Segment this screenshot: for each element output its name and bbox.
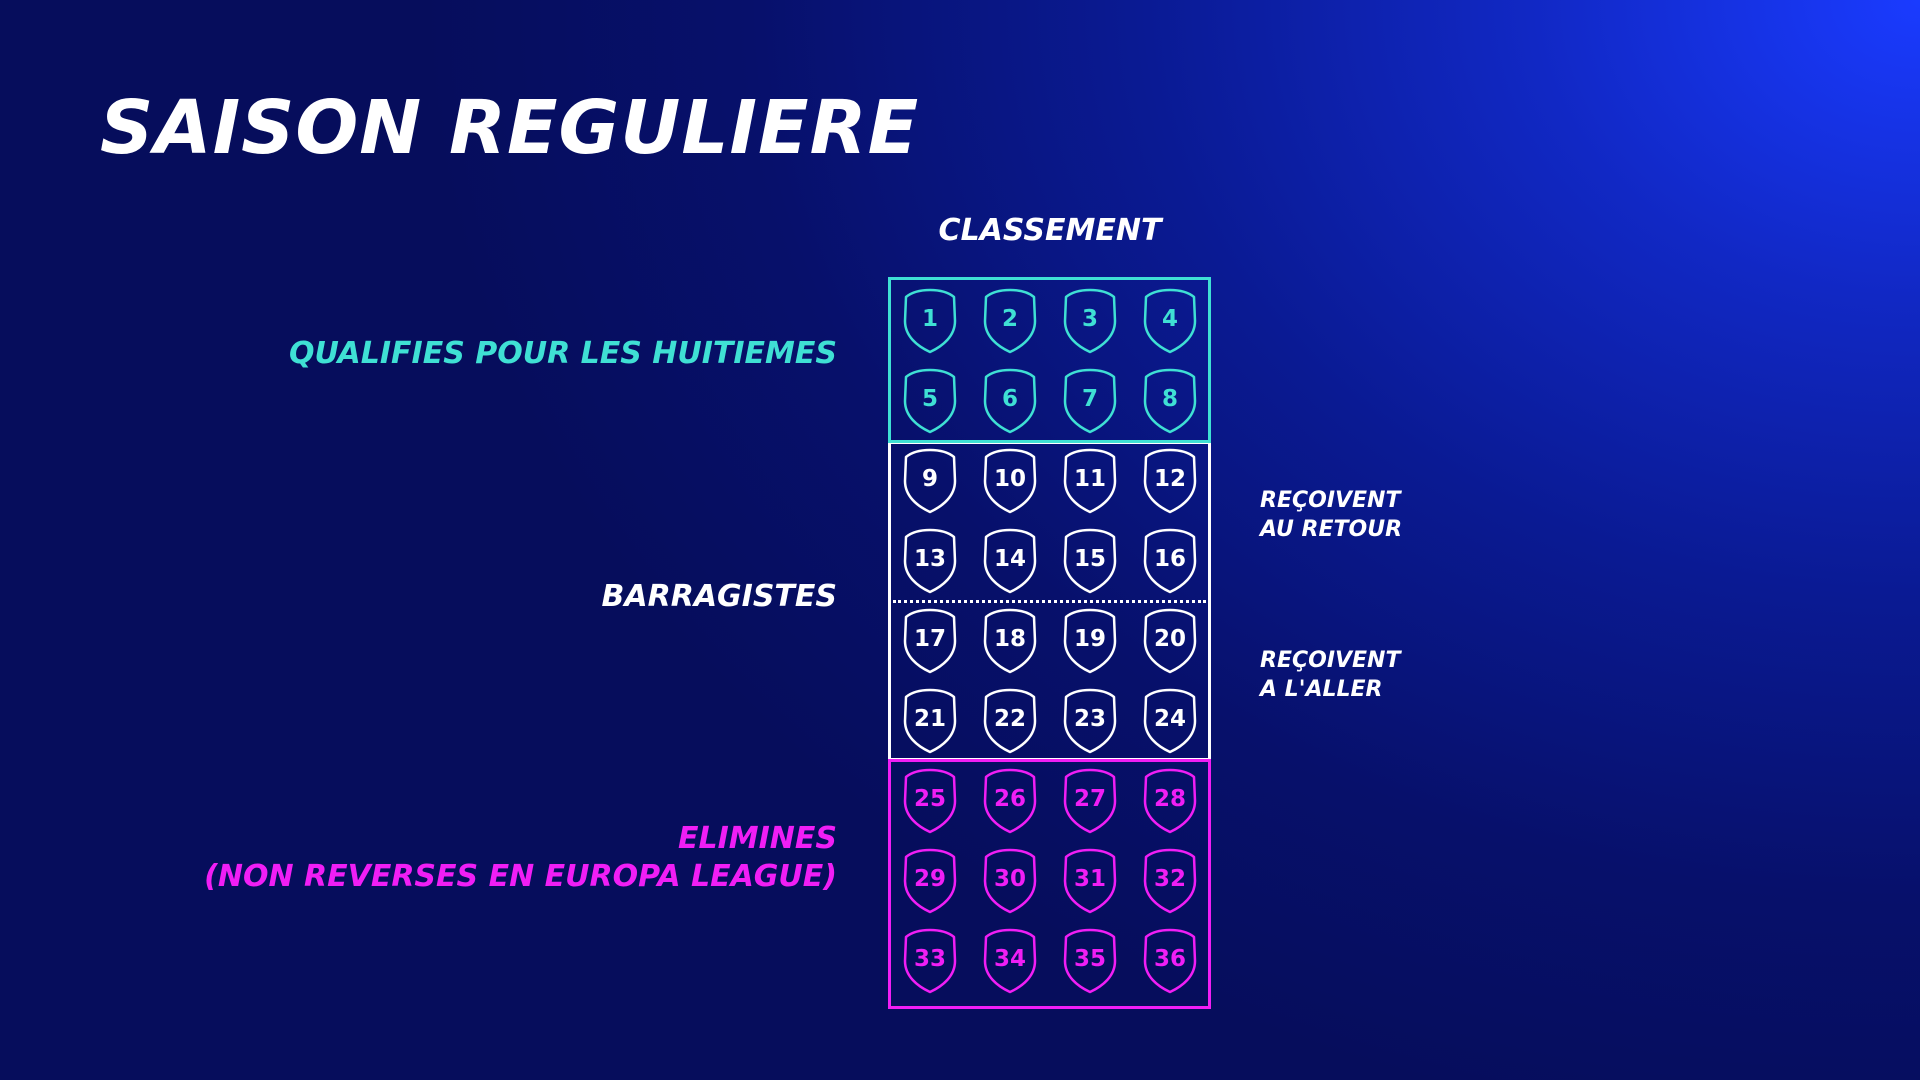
rank-number: 21 bbox=[914, 706, 946, 732]
rank-shield-28: 28 bbox=[1143, 768, 1197, 834]
rank-number: 36 bbox=[1154, 946, 1186, 972]
rank-shield-13: 13 bbox=[903, 528, 957, 594]
rank-shield-8: 8 bbox=[1143, 368, 1197, 434]
rank-number: 20 bbox=[1154, 626, 1186, 652]
rank-shield-31: 31 bbox=[1063, 848, 1117, 914]
rank-shield-18: 18 bbox=[983, 608, 1037, 674]
rank-number: 2 bbox=[1002, 306, 1018, 332]
rank-number: 9 bbox=[922, 466, 938, 492]
rank-number: 11 bbox=[1074, 466, 1106, 492]
rank-number: 6 bbox=[1002, 386, 1018, 412]
rank-number: 8 bbox=[1162, 386, 1178, 412]
rank-number: 29 bbox=[914, 866, 946, 892]
rank-shield-32: 32 bbox=[1143, 848, 1197, 914]
rank-shield-10: 10 bbox=[983, 448, 1037, 514]
rank-shield-1: 1 bbox=[903, 288, 957, 354]
rank-shield-35: 35 bbox=[1063, 928, 1117, 994]
rank-number: 12 bbox=[1154, 466, 1186, 492]
rank-number: 14 bbox=[994, 546, 1026, 572]
rank-number: 23 bbox=[1074, 706, 1106, 732]
rank-number: 25 bbox=[914, 786, 946, 812]
rank-shield-9: 9 bbox=[903, 448, 957, 514]
rank-shield-2: 2 bbox=[983, 288, 1037, 354]
rank-shield-20: 20 bbox=[1143, 608, 1197, 674]
rank-number: 1 bbox=[922, 306, 938, 332]
rank-number: 3 bbox=[1082, 306, 1098, 332]
rank-number: 30 bbox=[994, 866, 1026, 892]
rank-number: 22 bbox=[994, 706, 1026, 732]
rank-shield-17: 17 bbox=[903, 608, 957, 674]
rank-shield-26: 26 bbox=[983, 768, 1037, 834]
rank-shield-27: 27 bbox=[1063, 768, 1117, 834]
ranking-grid: 1 2 3 45 6 7 89 10 11 1213 14 15 1617 18 19 2021 22 23 242… bbox=[903, 288, 1197, 994]
rank-shield-21: 21 bbox=[903, 688, 957, 754]
rank-shield-29: 29 bbox=[903, 848, 957, 914]
rank-shield-22: 22 bbox=[983, 688, 1037, 754]
rank-number: 34 bbox=[994, 946, 1026, 972]
rank-number: 13 bbox=[914, 546, 946, 572]
rank-shield-11: 11 bbox=[1063, 448, 1117, 514]
rank-shield-30: 30 bbox=[983, 848, 1037, 914]
rank-shield-19: 19 bbox=[1063, 608, 1117, 674]
rank-shield-3: 3 bbox=[1063, 288, 1117, 354]
rank-number: 15 bbox=[1074, 546, 1106, 572]
rank-number: 24 bbox=[1154, 706, 1186, 732]
rank-number: 28 bbox=[1154, 786, 1186, 812]
rank-shield-34: 34 bbox=[983, 928, 1037, 994]
rank-shield-33: 33 bbox=[903, 928, 957, 994]
rank-shield-6: 6 bbox=[983, 368, 1037, 434]
rank-shield-5: 5 bbox=[903, 368, 957, 434]
rank-shield-24: 24 bbox=[1143, 688, 1197, 754]
rank-number: 32 bbox=[1154, 866, 1186, 892]
rank-shield-25: 25 bbox=[903, 768, 957, 834]
rank-shield-14: 14 bbox=[983, 528, 1037, 594]
rank-shield-4: 4 bbox=[1143, 288, 1197, 354]
rank-number: 33 bbox=[914, 946, 946, 972]
rank-number: 19 bbox=[1074, 626, 1106, 652]
rank-number: 16 bbox=[1154, 546, 1186, 572]
rank-shield-36: 36 bbox=[1143, 928, 1197, 994]
rank-number: 18 bbox=[994, 626, 1026, 652]
rank-shield-16: 16 bbox=[1143, 528, 1197, 594]
rank-number: 4 bbox=[1162, 306, 1178, 332]
rank-number: 31 bbox=[1074, 866, 1106, 892]
rank-number: 7 bbox=[1082, 386, 1098, 412]
rank-number: 5 bbox=[922, 386, 938, 412]
rank-shield-23: 23 bbox=[1063, 688, 1117, 754]
rank-shield-15: 15 bbox=[1063, 528, 1117, 594]
rank-number: 26 bbox=[994, 786, 1026, 812]
rank-shield-7: 7 bbox=[1063, 368, 1117, 434]
rank-number: 17 bbox=[914, 626, 946, 652]
rank-number: 27 bbox=[1074, 786, 1106, 812]
rank-number: 35 bbox=[1074, 946, 1106, 972]
rank-shield-12: 12 bbox=[1143, 448, 1197, 514]
rank-number: 10 bbox=[994, 466, 1026, 492]
